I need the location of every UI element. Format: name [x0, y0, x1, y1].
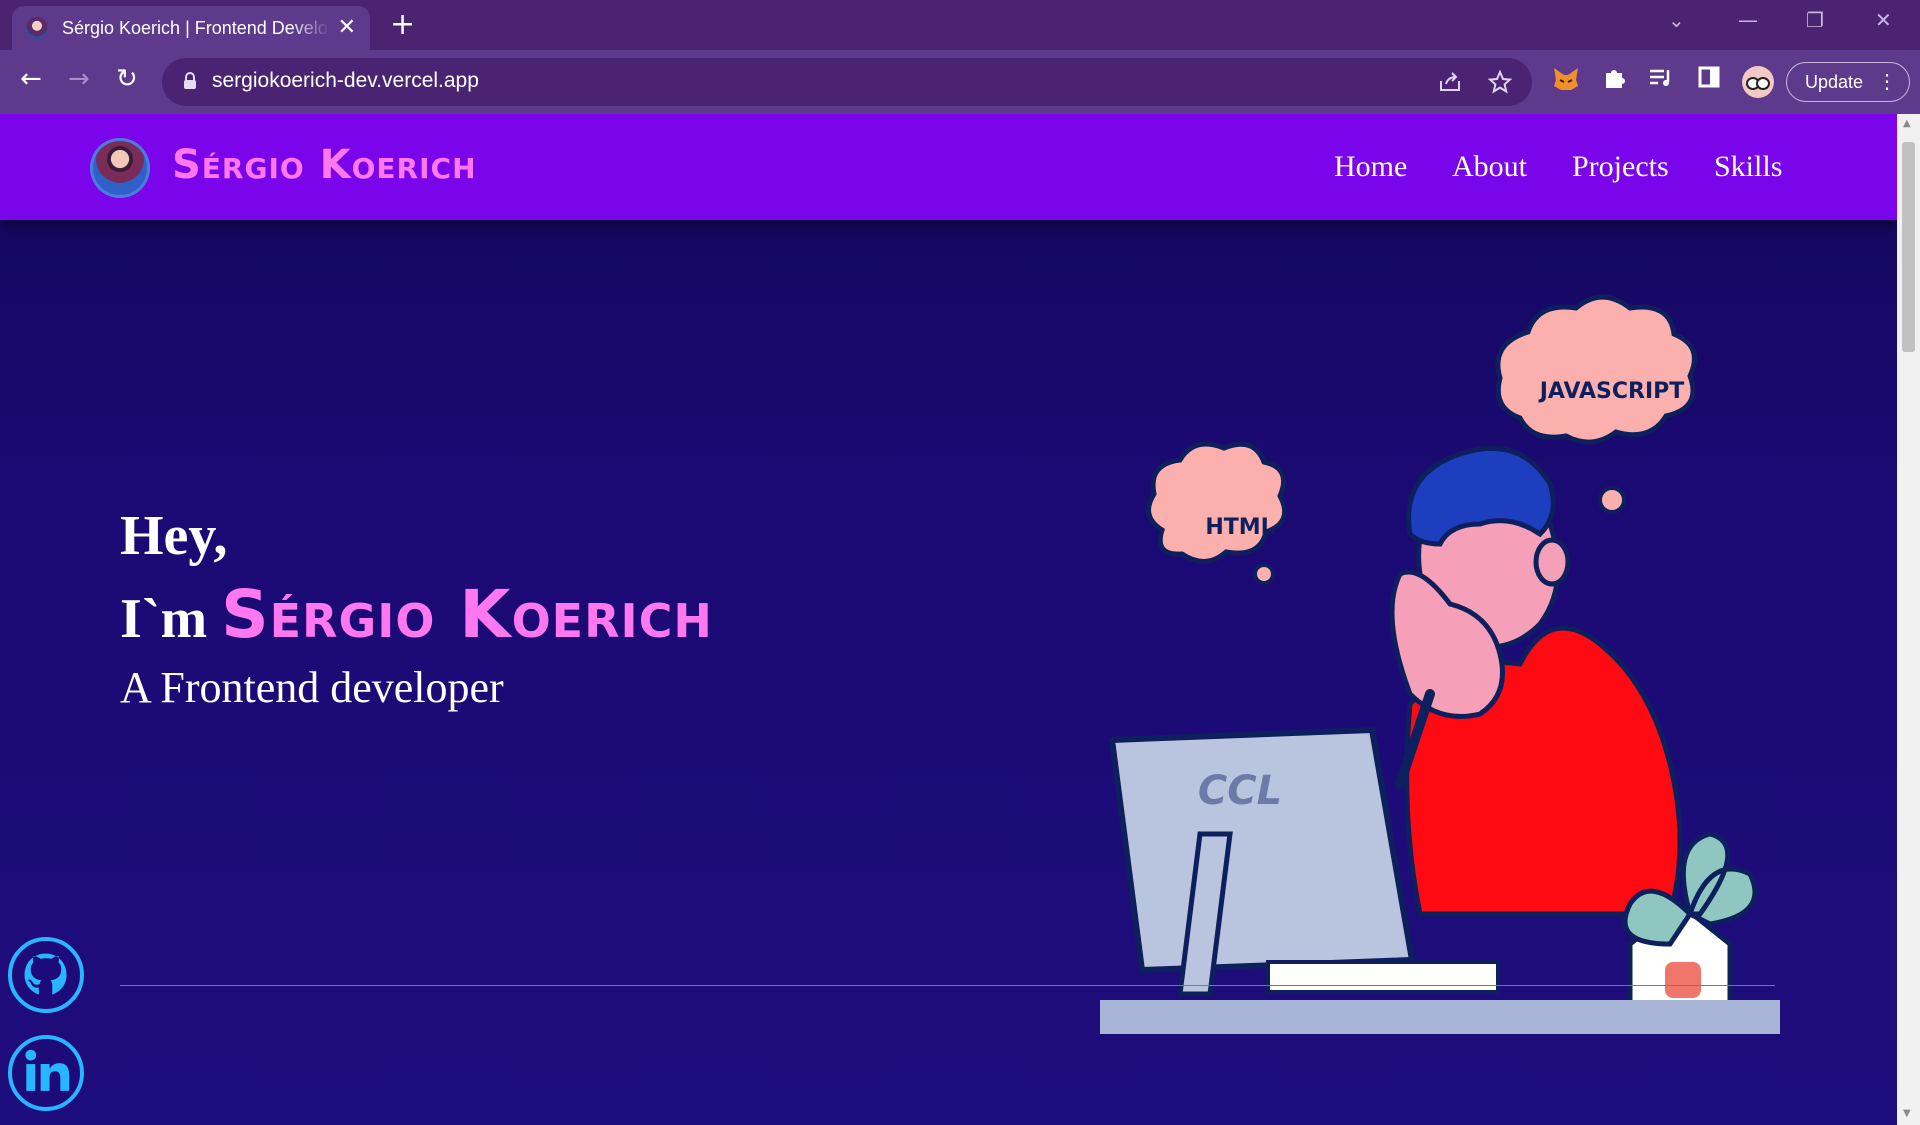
nav-link-skills[interactable]: Skills [1714, 150, 1782, 184]
keyboard [1266, 960, 1500, 994]
hero-im-text: I`m [120, 588, 208, 650]
page-viewport: Sérgio Koerich Home About Projects Skill… [0, 114, 1897, 1125]
close-tab-icon[interactable]: ✕ [338, 17, 356, 39]
browser-tab[interactable]: Sérgio Koerich | Frontend Developer ✕ [12, 6, 370, 50]
restore-icon[interactable]: ❐ [1806, 8, 1824, 32]
nav-link-projects[interactable]: Projects [1572, 150, 1669, 184]
bookmark-star-icon[interactable] [1488, 70, 1512, 94]
lock-icon[interactable] [182, 71, 198, 91]
url-text[interactable]: sergiokoerich-dev.vercel.app [212, 69, 479, 93]
profile-avatar-icon[interactable] [1742, 66, 1774, 98]
side-panel-icon[interactable] [1698, 66, 1720, 88]
reload-button[interactable]: ↻ [116, 64, 138, 94]
hero-role: A Frontend developer [120, 663, 504, 712]
brand-name[interactable]: Sérgio Koerich [172, 142, 477, 188]
window-close-icon[interactable]: ✕ [1875, 8, 1892, 32]
metamask-fox-icon[interactable] [1552, 66, 1580, 92]
update-button[interactable]: Update ⋮ [1786, 62, 1910, 102]
browser-toolbar: ← → ↻ sergiokoerich-dev.vercel.app Updat… [0, 50, 1920, 114]
minimize-icon[interactable]: — [1738, 8, 1758, 32]
logo-avatar[interactable] [90, 138, 150, 198]
address-bar[interactable]: sergiokoerich-dev.vercel.app [162, 58, 1532, 106]
scroll-down-icon[interactable]: ▼ [1903, 1108, 1911, 1119]
new-tab-button[interactable]: + [390, 10, 415, 40]
section-divider [120, 985, 1775, 986]
developer-illustration: JAVASCRIPT HTML CCL [1100, 294, 1780, 1034]
nav-link-home[interactable]: Home [1334, 150, 1407, 184]
hero-intro: I`m Sérgio Koerich [120, 576, 713, 653]
update-button-label: Update [1805, 72, 1864, 92]
forward-button[interactable]: → [68, 64, 90, 94]
html-bubble-text: HTML [1205, 515, 1274, 540]
javascript-bubble-text: JAVASCRIPT [1538, 379, 1685, 404]
page-scrollbar[interactable]: ▲ ▼ [1897, 114, 1920, 1125]
nav-link-about[interactable]: About [1452, 150, 1527, 184]
share-icon[interactable] [1438, 71, 1462, 93]
desk [1100, 1000, 1780, 1034]
hero-name: Sérgio Koerich [221, 576, 713, 653]
github-icon[interactable] [8, 937, 84, 1013]
hero-greeting: Hey, [120, 505, 228, 567]
tab-search-icon[interactable]: ⌄ [1668, 8, 1685, 32]
monitor: CCL [1108, 726, 1416, 997]
scroll-up-icon[interactable]: ▲ [1903, 118, 1911, 129]
site-header: Sérgio Koerich Home About Projects Skill… [0, 114, 1897, 220]
html-thought-bubble: HTML [1146, 441, 1288, 585]
site-favicon-icon [26, 17, 48, 39]
back-button[interactable]: ← [20, 64, 42, 94]
scrollbar-thumb[interactable] [1902, 142, 1915, 352]
extensions-puzzle-icon[interactable] [1602, 66, 1626, 90]
menu-dots-icon[interactable]: ⋮ [1877, 63, 1897, 101]
linkedin-icon[interactable] [8, 1035, 84, 1111]
browser-tabstrip: Sérgio Koerich | Frontend Developer ✕ + … [0, 0, 1920, 50]
tab-title: Sérgio Koerich | Frontend Developer [62, 17, 330, 38]
media-controls-icon[interactable] [1648, 66, 1674, 90]
monitor-logo-text: CCL [1198, 768, 1282, 814]
